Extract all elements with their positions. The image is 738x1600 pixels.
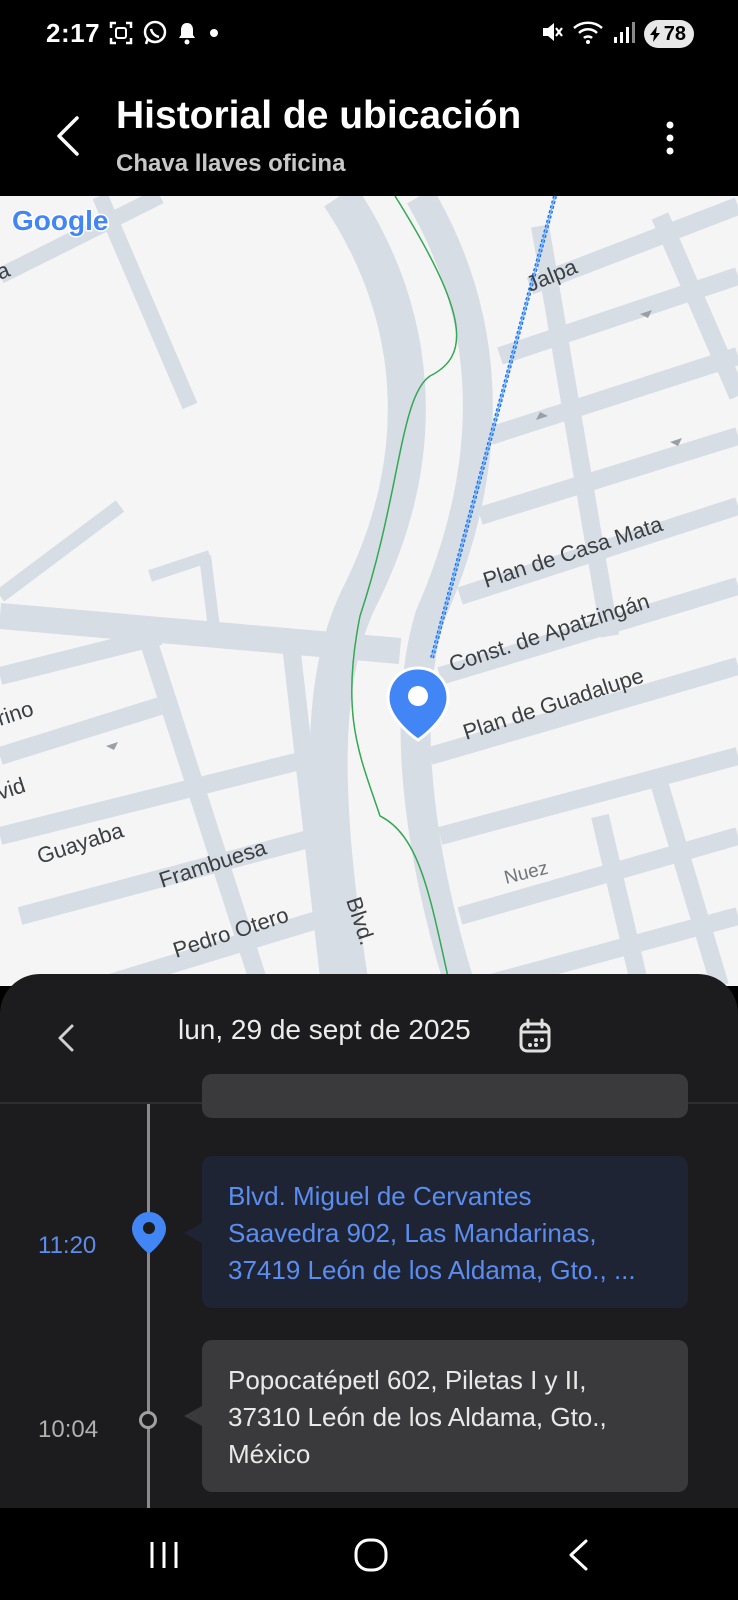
street-label: rino [0,696,36,731]
mute-icon [540,19,564,50]
system-icons: 78 [540,18,694,50]
location-pin-icon[interactable] [386,666,450,742]
card-tail [184,1223,202,1243]
address-line: Blvd. Miguel de Cervantes [228,1181,532,1211]
bell-icon [176,21,198,50]
recents-icon [150,1542,178,1568]
back-button[interactable] [44,108,92,164]
google-logo: Google [12,205,108,236]
selected-date[interactable]: lun, 29 de sept de 2025 [178,1014,471,1046]
address-line: 37310 León de los Aldama, Gto., [228,1402,607,1432]
street-label: Const. de Apatzingán [446,588,653,676]
dot-icon [206,25,222,46]
address-line: 37419 León de los Aldama, Gto., ... [228,1255,636,1285]
map-canvas: Jalpa Plan de Casa Mata Const. de Apatzi… [0,196,738,986]
chevron-left-icon [58,1024,74,1052]
address-line: Popocatépetl 602, Piletas I y II, [228,1365,587,1395]
recents-button[interactable] [134,1530,194,1580]
screenshot-icon [108,20,134,51]
app-bar: Historial de ubicación Chava llaves ofic… [0,70,738,196]
more-options-button[interactable] [654,110,686,166]
battery-indicator: 78 [643,20,694,48]
timeline-dot-icon [139,1411,157,1429]
location-pin-icon [132,1212,166,1254]
card-tail [184,1406,202,1426]
timeline-entry-active[interactable]: Blvd. Miguel de Cervantes Saavedra 902, … [202,1156,688,1308]
timeline-card-partial[interactable] [202,1074,688,1118]
home-icon [354,1538,388,1572]
battery-level: 78 [663,22,686,45]
address-line: Saavedra 902, Las Mandarinas, [228,1218,597,1248]
address-line: México [228,1439,311,1469]
more-vert-icon [666,121,674,155]
nav-back-button[interactable] [548,1530,608,1580]
entry-time: 10:04 [38,1416,99,1443]
status-bar: 2:17 78 [0,0,738,70]
calendar-icon[interactable] [518,1018,552,1054]
timeline-line [147,1104,150,1508]
previous-day-button[interactable] [46,1010,86,1066]
street-label: Plan de Casa Mata [480,511,666,593]
signal-icon [612,19,636,50]
page-title: Historial de ubicación [116,94,522,137]
whatsapp-icon [142,20,168,51]
home-button[interactable] [341,1530,401,1580]
chevron-left-icon [57,116,79,156]
back-icon [569,1539,588,1571]
system-nav-bar [0,1508,738,1600]
wifi-icon [572,19,604,50]
street-label: vid [0,772,28,804]
status-time: 2:17 [46,18,101,48]
notification-icons [108,20,222,50]
bolt-icon [649,26,660,42]
timeline-entry[interactable]: Popocatépetl 602, Piletas I y II, 37310 … [202,1340,688,1492]
entry-time: 11:20 [38,1232,97,1259]
timeline-sheet: lun, 29 de sept de 2025 11:20 Blvd. Migu… [0,974,738,1508]
map-view[interactable]: Jalpa Plan de Casa Mata Const. de Apatzi… [0,196,738,986]
page-subtitle: Chava llaves oficina [116,150,346,177]
